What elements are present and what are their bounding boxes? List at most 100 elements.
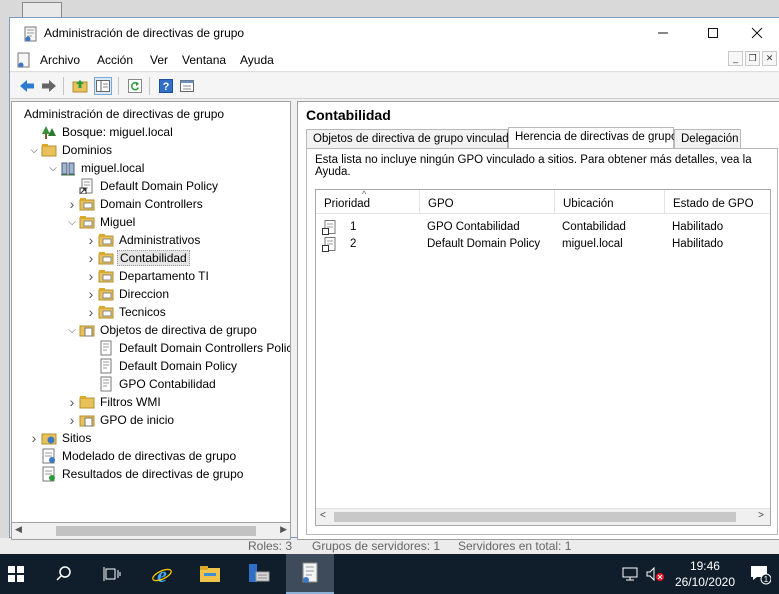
refresh-button[interactable] bbox=[126, 77, 144, 95]
column-location[interactable]: Ubicación bbox=[555, 190, 665, 214]
tree-item[interactable]: Default Domain Controllers Policy bbox=[84, 339, 290, 357]
folder-icon bbox=[79, 396, 95, 409]
network-tray-button[interactable] bbox=[620, 554, 642, 594]
tab-linked-gpos[interactable]: Objetos de directiva de grupo vinculados bbox=[306, 129, 521, 149]
title-bar[interactable]: Administración de directivas de grupo bbox=[10, 18, 779, 48]
ou-icon bbox=[98, 234, 114, 247]
back-button[interactable] bbox=[18, 77, 36, 95]
cell-priority: 1 bbox=[350, 221, 357, 233]
tree-item[interactable]: › Direccion bbox=[84, 285, 171, 303]
chevron-right-icon[interactable]: › bbox=[84, 232, 98, 248]
menu-accion[interactable]: Acción bbox=[97, 53, 133, 67]
tree-item[interactable]: › Sitios bbox=[27, 429, 93, 447]
child-close-button[interactable]: ✕ bbox=[762, 51, 777, 66]
refresh-icon bbox=[128, 79, 142, 93]
tree-item[interactable]: ⌵ Dominios bbox=[27, 141, 114, 159]
scroll-thumb[interactable] bbox=[56, 526, 256, 536]
gpo-link-icon bbox=[79, 178, 93, 194]
recycle-bin-icon[interactable] bbox=[22, 2, 62, 18]
scroll-left-arrow-icon[interactable]: ◀ bbox=[15, 524, 22, 535]
help-icon: ? bbox=[159, 79, 173, 93]
chevron-right-icon[interactable]: › bbox=[27, 430, 41, 446]
tree-item[interactable]: › Tecnicos bbox=[84, 303, 168, 321]
tree-item[interactable]: › Administrativos bbox=[84, 231, 202, 249]
scroll-right-arrow-icon[interactable]: ▶ bbox=[280, 524, 287, 535]
tree-item[interactable]: ⌵ Miguel bbox=[65, 213, 137, 231]
tree-horizontal-scrollbar[interactable]: ◀ ▶ bbox=[11, 523, 291, 540]
list-scroll-thumb[interactable] bbox=[334, 512, 736, 522]
start-button[interactable] bbox=[0, 554, 32, 594]
cell-location: Contabilidad bbox=[562, 221, 626, 233]
server-manager-button[interactable] bbox=[240, 554, 276, 594]
properties-button[interactable] bbox=[178, 77, 196, 95]
task-view-button[interactable] bbox=[96, 554, 128, 594]
tree-item[interactable]: GPO Contabilidad bbox=[84, 375, 218, 393]
inheritance-list: ^ Prioridad GPO Ubicación Estado de GPO … bbox=[315, 189, 771, 526]
chevron-right-icon[interactable]: › bbox=[84, 304, 98, 320]
help-button[interactable]: ? bbox=[157, 77, 175, 95]
volume-tray-button[interactable] bbox=[644, 554, 666, 594]
console-tree: Administración de directivas de grupo Bos… bbox=[11, 101, 291, 523]
up-one-level-button[interactable] bbox=[71, 77, 89, 95]
tree-item[interactable]: Default Domain Policy bbox=[65, 177, 220, 195]
action-center-button[interactable]: 1 bbox=[744, 554, 776, 594]
column-status[interactable]: Estado de GPO bbox=[665, 190, 772, 214]
maximize-button[interactable] bbox=[690, 18, 736, 48]
chevron-right-icon[interactable]: › bbox=[84, 286, 98, 302]
tree-item[interactable]: Bosque: miguel.local bbox=[27, 123, 175, 141]
cell-gpo: GPO Contabilidad bbox=[427, 221, 520, 233]
tree-item[interactable]: Modelado de directivas de grupo bbox=[27, 447, 238, 465]
system-clock[interactable]: 19:46 26/10/2020 bbox=[675, 558, 735, 590]
gpmc-taskbar-button[interactable] bbox=[286, 554, 334, 594]
tree-item[interactable]: › Contabilidad bbox=[84, 249, 190, 267]
child-minimize-button[interactable]: _ bbox=[728, 51, 743, 66]
tree-item-label: Bosque: miguel.local bbox=[62, 125, 173, 139]
file-explorer-button[interactable] bbox=[192, 554, 228, 594]
chevron-down-icon[interactable]: ⌵ bbox=[46, 163, 60, 174]
column-gpo[interactable]: GPO bbox=[420, 190, 555, 214]
show-hide-tree-button[interactable] bbox=[94, 77, 112, 95]
gpo-folder-icon bbox=[79, 415, 95, 427]
list-scroll-left-icon[interactable]: < bbox=[320, 510, 326, 521]
search-button[interactable] bbox=[48, 554, 80, 594]
forward-button[interactable] bbox=[40, 77, 58, 95]
cell-location: miguel.local bbox=[562, 238, 623, 250]
minimize-icon bbox=[658, 32, 668, 34]
system-menu-icon[interactable] bbox=[16, 52, 32, 68]
chevron-down-icon[interactable]: ⌵ bbox=[65, 325, 79, 336]
tree-item[interactable]: › GPO de inicio bbox=[65, 411, 176, 429]
menu-ayuda[interactable]: Ayuda bbox=[240, 53, 274, 67]
close-button[interactable] bbox=[734, 18, 779, 48]
list-horizontal-scrollbar[interactable]: < > bbox=[316, 508, 770, 525]
tree-item[interactable]: Administración de directivas de grupo bbox=[12, 105, 226, 123]
minimize-button[interactable] bbox=[640, 18, 686, 48]
chevron-down-icon[interactable]: ⌵ bbox=[65, 217, 79, 228]
tree-item[interactable]: ⌵ miguel.local bbox=[46, 159, 146, 177]
menu-ventana[interactable]: Ventana bbox=[182, 53, 226, 67]
list-scroll-right-icon[interactable]: > bbox=[758, 510, 764, 521]
tree-item[interactable]: Default Domain Policy bbox=[84, 357, 239, 375]
chevron-down-icon[interactable]: ⌵ bbox=[27, 145, 41, 156]
tree-item[interactable]: ⌵ Objetos de directiva de grupo bbox=[65, 321, 259, 339]
chevron-right-icon[interactable]: › bbox=[65, 412, 79, 428]
tree-item-label: Contabilidad bbox=[117, 250, 190, 266]
chevron-right-icon[interactable]: › bbox=[65, 394, 79, 410]
child-restore-button[interactable]: ❐ bbox=[745, 51, 760, 66]
column-priority[interactable]: ^ Prioridad bbox=[316, 189, 420, 214]
taskbar: e 19:46 26/10/2020 1 bbox=[0, 554, 779, 594]
tab-delegation[interactable]: Delegación bbox=[674, 129, 741, 149]
chevron-right-icon[interactable]: › bbox=[65, 196, 79, 212]
tree-item[interactable]: › Filtros WMI bbox=[65, 393, 163, 411]
menu-archivo[interactable]: Archivo bbox=[40, 53, 80, 67]
inheritance-row[interactable]: 2 Default Domain Policy miguel.local Habili… bbox=[316, 236, 770, 253]
tree-item[interactable]: › Domain Controllers bbox=[65, 195, 205, 213]
tab-gpo-inheritance[interactable]: Herencia de directivas de grupo bbox=[508, 127, 677, 149]
tree-item[interactable]: › Departamento TI bbox=[84, 267, 211, 285]
internet-explorer-button[interactable]: e bbox=[144, 554, 180, 594]
menu-ver[interactable]: Ver bbox=[150, 53, 168, 67]
inheritance-row[interactable]: 1 GPO Contabilidad Contabilidad Habilitado bbox=[316, 219, 770, 236]
chevron-right-icon[interactable]: › bbox=[84, 268, 98, 284]
chevron-right-icon[interactable]: › bbox=[84, 250, 98, 266]
tree-item[interactable]: Resultados de directivas de grupo bbox=[27, 465, 245, 483]
toolbar: ? bbox=[10, 73, 779, 99]
